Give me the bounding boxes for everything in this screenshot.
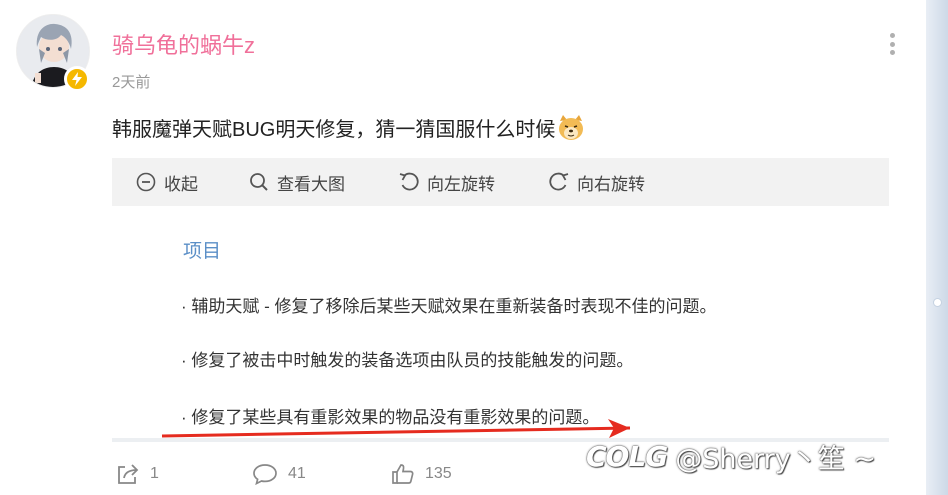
post-body: 韩服魔弹天赋BUG明天修复，猜一猜国服什么时候 bbox=[112, 113, 585, 142]
rotate-left-icon bbox=[399, 172, 419, 191]
image-title: 项目 bbox=[183, 241, 222, 262]
verified-badge-icon bbox=[64, 66, 90, 92]
rotate-right-label: 向右旋转 bbox=[577, 174, 645, 194]
rotate-left-label: 向左旋转 bbox=[427, 174, 495, 194]
share-icon bbox=[118, 464, 139, 484]
view-large-label: 查看大图 bbox=[277, 174, 345, 194]
feed-post: 骑乌龟的蜗牛z 2天前 韩服魔弹天赋BUG明天修复，猜一猜国服什么时候 收起 查… bbox=[0, 0, 948, 495]
post-text: 韩服魔弹天赋BUG明天修复，猜一猜国服什么时候 bbox=[112, 119, 556, 141]
patch-note-line: · 辅助天赋 - 修复了移除后某些天赋效果在重新装备时表现不佳的问题。 bbox=[181, 297, 717, 316]
collapse-icon bbox=[136, 172, 156, 192]
post-image[interactable]: 项目 · 辅助天赋 - 修复了移除后某些天赋效果在重新装备时表现不佳的问题。 ·… bbox=[112, 206, 889, 442]
watermark: COLG @Sherry丶笙 ~ bbox=[586, 437, 876, 476]
search-icon bbox=[250, 173, 268, 191]
like-button[interactable]: 135 bbox=[391, 463, 452, 485]
scrollbar-edge[interactable] bbox=[926, 0, 948, 495]
username[interactable]: 骑乌龟的蜗牛z bbox=[112, 28, 255, 60]
collapse-label: 收起 bbox=[164, 174, 198, 194]
share-count: 1 bbox=[150, 465, 159, 482]
comment-count: 41 bbox=[288, 465, 306, 482]
rotate-left-button[interactable]: 向左旋转 bbox=[399, 158, 495, 206]
share-button[interactable]: 1 bbox=[116, 463, 159, 485]
thumbs-up-icon bbox=[392, 464, 414, 484]
doge-emoji-icon bbox=[557, 114, 585, 141]
comment-icon bbox=[253, 464, 277, 485]
watermark-handle: @Sherry丶笙 ~ bbox=[675, 444, 876, 475]
red-arrow-annotation bbox=[161, 419, 631, 438]
image-toolbar: 收起 查看大图 向左旋转 向右旋转 bbox=[112, 158, 889, 206]
comment-button[interactable]: 41 bbox=[252, 463, 306, 485]
rotate-right-button[interactable]: 向右旋转 bbox=[549, 158, 645, 206]
watermark-logo: COLG bbox=[586, 440, 668, 473]
patch-note-line: · 修复了被击中时触发的装备选项由队员的技能触发的问题。 bbox=[181, 351, 634, 370]
more-options-icon[interactable] bbox=[882, 30, 902, 58]
scroll-indicator[interactable] bbox=[933, 298, 942, 307]
collapse-button[interactable]: 收起 bbox=[136, 158, 198, 206]
like-count: 135 bbox=[425, 465, 452, 482]
post-timestamp: 2天前 bbox=[112, 74, 151, 91]
view-large-button[interactable]: 查看大图 bbox=[249, 158, 345, 206]
rotate-right-icon bbox=[549, 172, 569, 191]
